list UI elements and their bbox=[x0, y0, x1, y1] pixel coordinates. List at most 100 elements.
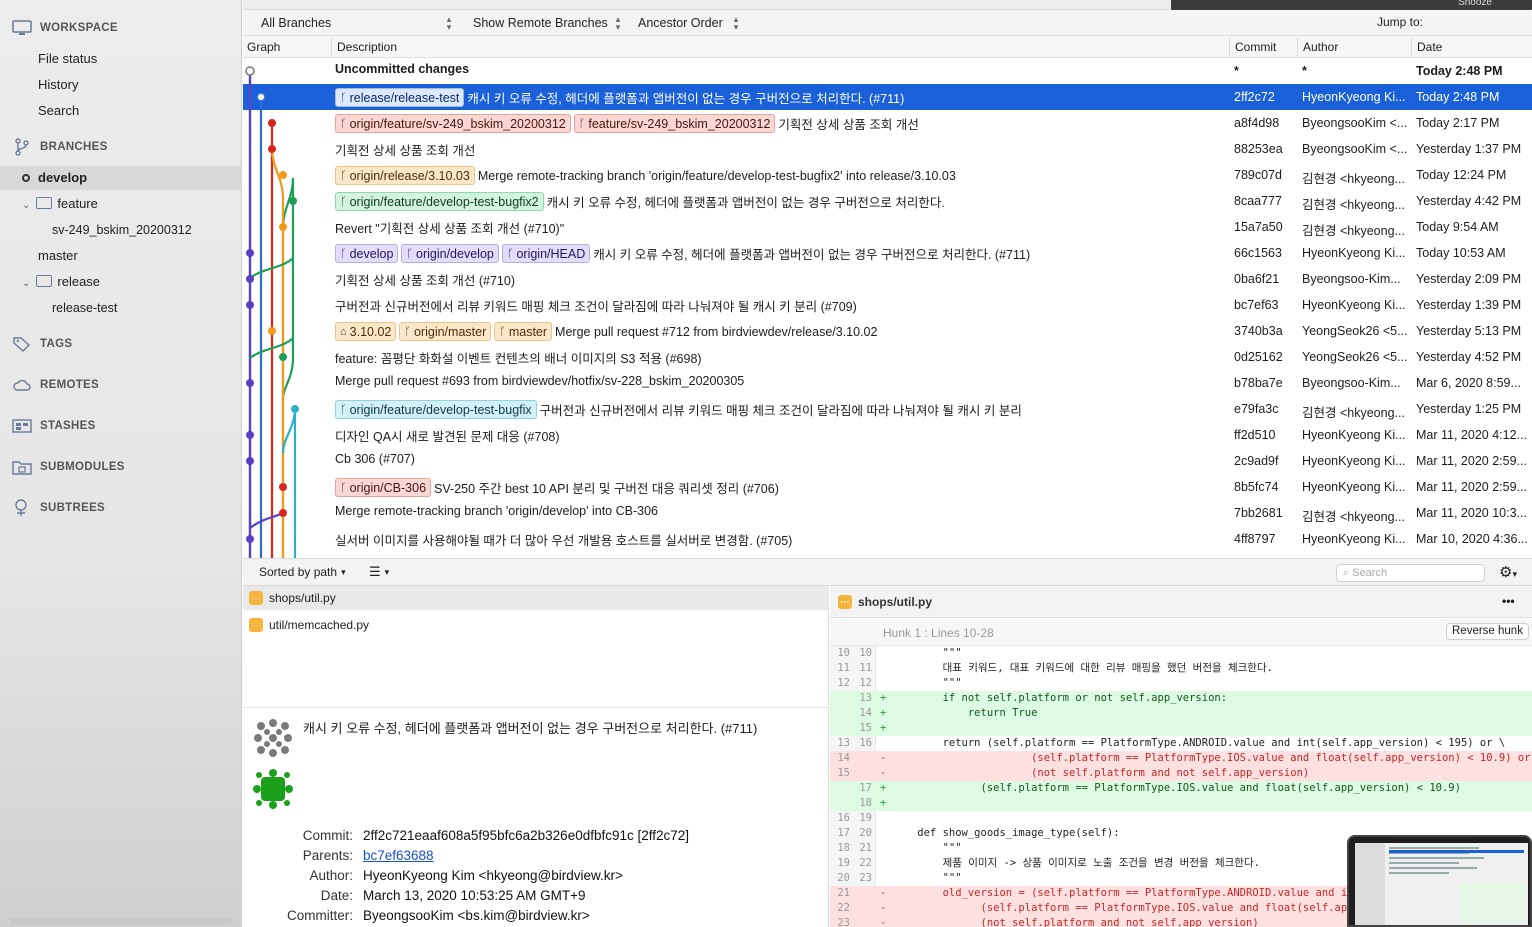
diff-line-removed[interactable]: 14 - (self.platform == PlatformType.IOS.v… bbox=[830, 751, 1532, 766]
commit-row[interactable]: ᚴ origin/feature/sv-249_bskim_20200312 ᚴ fe… bbox=[243, 110, 1532, 136]
more-options-button[interactable]: ••• bbox=[1502, 594, 1515, 608]
column-divider[interactable] bbox=[1229, 38, 1230, 56]
commit-node[interactable] bbox=[246, 457, 254, 465]
commit-row[interactable]: ᚴ develop ᚴ origin/develop ᚴ origin/HEAD 캐시 키 … bbox=[243, 240, 1532, 266]
col-date[interactable]: Date bbox=[1417, 40, 1442, 54]
commit-node[interactable] bbox=[279, 483, 287, 491]
diff-line-added[interactable]: 18 + bbox=[830, 796, 1532, 811]
sidebar-branch-release-test[interactable]: release-test bbox=[52, 297, 117, 319]
file-item[interactable]: ··· util/memcached.py bbox=[249, 618, 369, 632]
diff-line-context[interactable]: 10 10 """ bbox=[830, 646, 1532, 661]
submodules-section[interactable]: SUBMODULES bbox=[12, 459, 125, 475]
commit-row[interactable]: ᚴ origin/CB-306 SV-250 주간 best 10 API 분리 및… bbox=[243, 474, 1532, 500]
branch-badge[interactable]: ᚴ origin/develop bbox=[401, 244, 499, 263]
reverse-hunk-button[interactable]: Reverse hunk bbox=[1446, 623, 1529, 640]
commit-row[interactable]: ᚴ origin/feature/develop-test-bugfix2 캐시 키… bbox=[243, 188, 1532, 214]
diff-line-context[interactable]: 12 12 """ bbox=[830, 676, 1532, 691]
subtrees-section[interactable]: SUBTREES bbox=[12, 499, 105, 516]
sort-select[interactable]: Sorted by path ▾ bbox=[259, 565, 346, 579]
commit-node[interactable] bbox=[246, 535, 254, 543]
sidebar-item-file-status[interactable]: File status bbox=[38, 48, 97, 70]
diff-line-added[interactable]: 14 + return True bbox=[830, 706, 1532, 721]
commit-node[interactable] bbox=[246, 301, 254, 309]
branch-badge[interactable]: ᚴ develop bbox=[335, 244, 399, 263]
branch-badge[interactable]: ᚴ origin/feature/develop-test-bugfix bbox=[335, 400, 537, 419]
commit-node[interactable] bbox=[289, 197, 297, 205]
commit-row[interactable]: ᚴ release/release-test 캐시 키 오류 수정, 헤더에 플랫폼… bbox=[243, 84, 1532, 110]
commit-row[interactable]: ᚴ origin/feature/develop-test-bugfix 구버전과 … bbox=[243, 396, 1532, 422]
column-divider[interactable] bbox=[1297, 38, 1298, 56]
commit-node[interactable] bbox=[279, 171, 287, 179]
tags-section[interactable]: TAGS bbox=[12, 336, 72, 352]
sidebar-branch-develop[interactable]: develop bbox=[22, 167, 87, 189]
commit-row[interactable]: Merge pull request #693 from birdviewdev… bbox=[243, 370, 1532, 396]
commit-row[interactable]: Revert "기획전 상세 상품 조회 개선 (#710)" 15a7a50 김현… bbox=[243, 214, 1532, 240]
commit-row[interactable]: 실서버 이미지를 사용해야될 때가 더 많아 우선 개발용 호스트를 실서버로 … bbox=[243, 526, 1532, 552]
sidebar-scrollbar[interactable] bbox=[10, 918, 232, 925]
branch-badge[interactable]: ᚴ origin/feature/develop-test-bugfix2 bbox=[335, 192, 544, 211]
order-select[interactable]: Ancestor Order ▴ ▾ bbox=[638, 15, 740, 32]
branch-badge[interactable]: ᚴ origin/master bbox=[399, 322, 492, 341]
diff-line-removed[interactable]: 15 - (not self.platform and not self.app_… bbox=[830, 766, 1532, 781]
sidebar-item-history[interactable]: History bbox=[38, 74, 78, 96]
commit-row[interactable]: 구버전과 신규버전에서 리뷰 키워드 매핑 체크 조건이 달라짐에 따라 나눠져… bbox=[243, 292, 1532, 318]
commit-node[interactable] bbox=[245, 66, 255, 76]
sidebar-folder-feature[interactable]: ⌄ feature bbox=[22, 193, 98, 215]
commit-row[interactable]: feature: 꼼평단 화화설 이벤트 컨텐츠의 배너 이미지의 S3 적용 … bbox=[243, 344, 1532, 370]
column-divider[interactable] bbox=[331, 38, 332, 56]
branches-select[interactable]: All Branches ▴ ▾ bbox=[261, 15, 453, 32]
commit-node[interactable] bbox=[256, 92, 266, 102]
view-options-button[interactable]: ☰ ▾ bbox=[369, 564, 389, 580]
col-graph[interactable]: Graph bbox=[247, 40, 280, 54]
col-author[interactable]: Author bbox=[1303, 40, 1338, 54]
branch-badge[interactable]: ᚴ origin/HEAD bbox=[501, 244, 591, 263]
branch-badge[interactable]: ᚴ origin/CB-306 bbox=[335, 478, 432, 497]
sidebar-branch-master[interactable]: master bbox=[38, 245, 78, 267]
sidebar-item-search[interactable]: Search bbox=[38, 100, 79, 122]
commit-node[interactable] bbox=[268, 327, 276, 335]
diff-line-added[interactable]: 13 + if not self.platform or not self.app… bbox=[830, 691, 1532, 706]
branch-badge[interactable]: ᚴ feature/sv-249_bskim_20200312 bbox=[573, 114, 776, 133]
diff-line-context[interactable]: 11 11 대표 키워드, 대표 키워드에 대한 리뷰 매핑을 했던 버전을 체크… bbox=[830, 661, 1532, 676]
commit-row[interactable]: 기획전 상세 상품 조회 개선 (#710) 0ba6f21 Byeongsoo-K… bbox=[243, 266, 1532, 292]
snooze-label[interactable]: Snooze bbox=[1458, 0, 1492, 8]
commit-row[interactable]: 디자인 QA시 새로 발견된 문제 대응 (#708) ff2d510 HyeonK… bbox=[243, 422, 1532, 448]
commit-row[interactable]: Merge remote-tracking branch 'origin/dev… bbox=[243, 500, 1532, 526]
col-description[interactable]: Description bbox=[337, 40, 397, 54]
branch-badge[interactable]: ᚴ origin/release/3.10.03 bbox=[335, 166, 475, 185]
diff-line-added[interactable]: 17 + (self.platform == PlatformType.IOS.v… bbox=[830, 781, 1532, 796]
jump-to[interactable]: Jump to: bbox=[1377, 15, 1423, 29]
col-commit[interactable]: Commit bbox=[1235, 40, 1276, 54]
sidebar-branch-sv-249[interactable]: sv-249_bskim_20200312 bbox=[52, 219, 192, 241]
screenshot-thumbnail[interactable] bbox=[1347, 835, 1532, 927]
commit-row[interactable]: Uncommitted changes * * Today 2:48 PM bbox=[243, 58, 1532, 84]
commit-node[interactable] bbox=[246, 431, 254, 439]
settings-menu[interactable]: ⚙▾ bbox=[1499, 563, 1517, 581]
commit-node[interactable] bbox=[291, 405, 299, 413]
commit-row[interactable]: 기획전 상세 상품 조회 개선 88253ea ByeongsooKim <... Y… bbox=[243, 136, 1532, 162]
tag-badge[interactable]: ⌂ 3.10.02 bbox=[335, 322, 397, 341]
sidebar-folder-release[interactable]: ⌄ release bbox=[22, 271, 100, 293]
branches-section[interactable]: BRANCHES bbox=[12, 138, 108, 156]
file-search-input[interactable]: ⌕ Search bbox=[1336, 564, 1485, 582]
branch-badge[interactable]: ᚴ release/release-test bbox=[335, 88, 465, 107]
branch-badge[interactable]: ᚴ master bbox=[494, 322, 553, 341]
column-divider[interactable] bbox=[1411, 38, 1412, 56]
branch-badge[interactable]: ᚴ origin/feature/sv-249_bskim_20200312 bbox=[335, 114, 571, 133]
chevron-down-icon[interactable]: ⌄ bbox=[22, 200, 30, 211]
parents-link[interactable]: bc7ef63688 bbox=[363, 848, 434, 863]
stashes-section[interactable]: STASHES bbox=[12, 418, 96, 434]
commit-row[interactable]: ᚴ origin/release/3.10.03 Merge remote-trac… bbox=[243, 162, 1532, 188]
workspace-section[interactable]: WORKSPACE bbox=[12, 20, 118, 36]
chevron-down-icon[interactable]: ⌄ bbox=[22, 278, 30, 289]
commit-node[interactable] bbox=[279, 353, 287, 361]
commit-node[interactable] bbox=[279, 509, 287, 517]
commit-node[interactable] bbox=[246, 249, 254, 257]
remote-branches-select[interactable]: Show Remote Branches ▴ ▾ bbox=[473, 15, 622, 32]
commit-node[interactable] bbox=[246, 379, 254, 387]
commit-row[interactable]: ⌂ 3.10.02 ᚴ origin/master ᚴ master Merge pull … bbox=[243, 318, 1532, 344]
diff-line-context[interactable]: 13 16 return (self.platform == PlatformTy… bbox=[830, 736, 1532, 751]
remotes-section[interactable]: REMOTES bbox=[12, 377, 99, 393]
commit-row[interactable]: Cb 306 (#707) 2c9ad9f HyeonKyeong Ki... Mar… bbox=[243, 448, 1532, 474]
commit-node[interactable] bbox=[268, 145, 276, 153]
